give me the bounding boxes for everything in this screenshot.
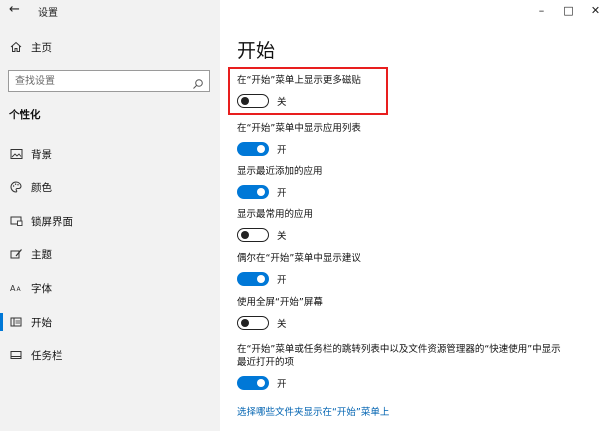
toggle-state-label: 开 — [277, 145, 287, 156]
toggle-switch[interactable] — [237, 316, 269, 330]
app-title: 设置 — [38, 8, 58, 19]
svg-text:A: A — [10, 284, 16, 293]
setting-recent-items: 在“开始”菜单或任务栏的跳转列表中以及文件资源管理器的“快速使用”中显示最近打开… — [237, 343, 567, 391]
search-box[interactable] — [8, 70, 210, 92]
back-arrow-icon[interactable]: ← — [9, 1, 25, 19]
toggle-state-label: 关 — [277, 319, 287, 330]
sidebar-item-label: 字体 — [31, 282, 52, 295]
sidebar-item-themes[interactable]: 主题 — [0, 241, 220, 267]
toggle-knob — [257, 379, 265, 387]
highlight-annotation — [228, 67, 388, 115]
main-panel: 开始 在“开始”菜单上显示更多磁贴 关 在“开始”菜单中显示应用列表 开 显示最… — [220, 0, 609, 431]
choose-folders-link[interactable]: 选择哪些文件夹显示在“开始”菜单上 — [237, 404, 389, 418]
sidebar-item-fonts[interactable]: AA 字体 — [0, 275, 220, 301]
lock-screen-icon — [9, 214, 23, 228]
svg-text:A: A — [16, 286, 21, 293]
sidebar-item-label: 主题 — [31, 248, 52, 261]
sidebar-item-label: 任务栏 — [31, 349, 63, 362]
toggle-knob — [257, 188, 265, 196]
sidebar-item-lock-screen[interactable]: 锁屏界面 — [0, 208, 220, 234]
sidebar-item-label: 锁屏界面 — [31, 215, 73, 228]
palette-icon — [9, 180, 23, 194]
toggle-knob — [257, 145, 265, 153]
toggle-knob — [241, 318, 249, 327]
start-icon — [9, 315, 23, 329]
setting-app-list: 在“开始”菜单中显示应用列表 开 — [237, 122, 597, 157]
toggle-state-label: 开 — [277, 188, 287, 199]
home-icon — [9, 40, 23, 54]
sidebar-item-label: 主页 — [31, 41, 52, 54]
font-icon: AA — [9, 281, 23, 295]
brush-icon — [9, 247, 23, 261]
setting-most-used: 显示最常用的应用 关 — [237, 208, 597, 243]
toggle-switch[interactable] — [237, 272, 269, 286]
sidebar-item-start[interactable]: 开始 — [0, 309, 220, 335]
sidebar-item-label: 开始 — [31, 316, 52, 329]
image-icon — [9, 147, 23, 161]
sidebar-item-background[interactable]: 背景 — [0, 141, 220, 167]
setting-label: 在“开始”菜单或任务栏的跳转列表中以及文件资源管理器的“快速使用”中显示最近打开… — [237, 344, 561, 368]
toggle-switch[interactable] — [237, 376, 269, 390]
toggle-switch[interactable] — [237, 228, 269, 242]
toggle-switch[interactable] — [237, 185, 269, 199]
sidebar-item-home[interactable]: 主页 — [0, 34, 220, 60]
setting-label: 显示最常用的应用 — [237, 209, 314, 220]
sidebar-item-taskbar[interactable]: 任务栏 — [0, 342, 220, 368]
setting-label: 使用全屏“开始”屏幕 — [237, 297, 323, 308]
toggle-state-label: 开 — [277, 379, 287, 390]
toggle-state-label: 开 — [277, 275, 287, 286]
setting-suggestions: 偶尔在“开始”菜单中显示建议 开 — [237, 252, 597, 287]
setting-full-screen: 使用全屏“开始”屏幕 关 — [237, 296, 597, 331]
taskbar-icon — [9, 348, 23, 362]
toggle-switch[interactable] — [237, 142, 269, 156]
toggle-knob — [241, 230, 249, 239]
setting-label: 在“开始”菜单中显示应用列表 — [237, 123, 361, 134]
search-icon[interactable] — [192, 75, 204, 89]
toggle-state-label: 关 — [277, 231, 287, 242]
sidebar-item-label: 颜色 — [31, 181, 52, 194]
sidebar-item-label: 背景 — [31, 148, 52, 161]
sidebar-item-colors[interactable]: 颜色 — [0, 174, 220, 200]
search-input[interactable] — [9, 71, 189, 91]
page-title: 开始 — [237, 40, 276, 62]
setting-label: 显示最近添加的应用 — [237, 166, 323, 177]
toggle-knob — [257, 275, 265, 283]
setting-recently-added: 显示最近添加的应用 开 — [237, 165, 597, 200]
setting-label: 偶尔在“开始”菜单中显示建议 — [237, 253, 361, 264]
sidebar: ← 设置 主页 个性化 背景 颜色 锁屏界面 主题 — [0, 0, 220, 431]
section-heading: 个性化 — [9, 109, 41, 121]
